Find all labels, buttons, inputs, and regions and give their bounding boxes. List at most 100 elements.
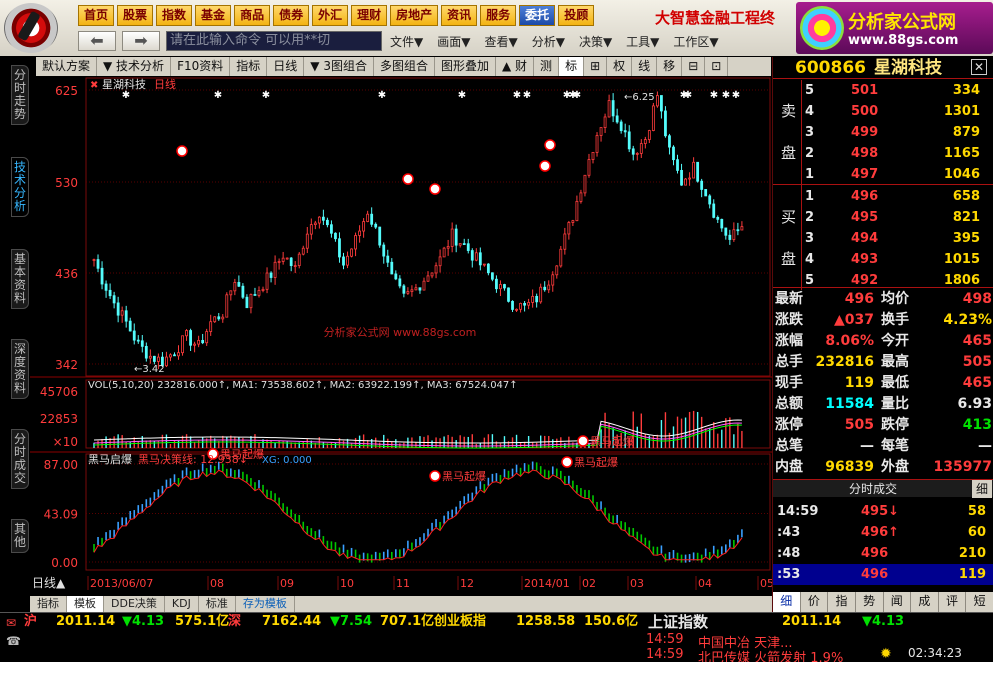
candle-body [531,295,535,303]
back-arrow-icon[interactable]: ⬅ [78,31,116,51]
forward-arrow-icon[interactable]: ➡ [122,31,160,51]
template-tab-2[interactable]: DDE决策 [104,596,165,612]
clock: 02:34:23 [908,646,962,660]
sh-change: ▼4.13 [122,614,165,629]
top-menu-8[interactable]: 房地产 [390,5,439,26]
quote-tab-2[interactable]: 指 [828,592,856,612]
menu-item-3[interactable]: 分析▼ [532,33,565,50]
toolbar-item-5[interactable]: ▼ 3图组合 [304,57,374,76]
template-tab-1[interactable]: 模板 [67,596,104,612]
top-menu-3[interactable]: 基金 [195,5,232,26]
menu-item-2[interactable]: 查看▼ [484,33,517,50]
top-menu-12[interactable]: 投顾 [558,5,595,26]
candle-body [390,261,394,275]
signal-label: 黑马起爆 [574,455,618,469]
candle-body [410,289,414,292]
toolbar-item-0[interactable]: 默认方案 [36,57,98,76]
top-menu-0[interactable]: 首页 [78,5,115,26]
top-menu-2[interactable]: 指数 [156,5,193,26]
toolbar-item-6[interactable]: 多图组合 [374,57,435,76]
candle-body [382,244,386,257]
toolbar-item-7[interactable]: 图形叠加 [435,57,496,76]
quote-tab-0[interactable]: 细 [773,592,801,612]
toolbar-item-10[interactable]: 标 [559,57,585,76]
candle-body [398,278,402,287]
candle-body [144,345,148,359]
candle-body [362,221,366,232]
template-tab-5[interactable]: 存为模板 [236,596,295,612]
candle-body [426,275,430,282]
quote-tab-5[interactable]: 成 [911,592,939,612]
toolbar-item-8[interactable]: ▲ 财 [496,57,535,76]
left-tab-0[interactable]: 分时走势 [11,65,29,125]
top-menu-10[interactable]: 服务 [480,5,517,26]
top-menu-9[interactable]: 资讯 [441,5,478,26]
sell-level: 4 [805,104,815,119]
ind-name: 黑马启爆 [88,452,132,466]
sh-amount: 575.1亿 [175,614,230,629]
top-menu-7[interactable]: 理财 [351,5,388,26]
high-price-label: ←6.25 [624,92,655,103]
toolbar-item-11[interactable]: ⊞ [584,57,608,76]
toolbar-item-3[interactable]: 指标 [230,57,268,76]
mail-icon[interactable]: ✉ [6,614,16,632]
toolbar-item-12[interactable]: 权 [607,57,633,76]
chart-area[interactable]: 625530436342星湖科技 日线✖分析家公式网 www.88gs.com✱ ✱… [30,76,772,596]
candle-body [378,226,382,246]
tick-time: :53 [777,567,801,582]
sell-price: 497 [851,167,879,182]
ticks-toggle[interactable]: 细 [971,480,992,498]
stat-value: 119 [844,375,874,391]
left-tab-5[interactable]: 其他 [11,519,29,553]
signal-star: ✱ [378,90,386,101]
toolbar-item-9[interactable]: 测 [534,57,560,76]
menu-item-6[interactable]: 工作区▼ [673,33,718,50]
quote-tab-7[interactable]: 短 [966,592,993,612]
top-menu-4[interactable]: 商品 [234,5,271,26]
sell-row-3: 2 498 1165 [773,143,993,164]
stat-value: — [978,438,992,454]
top-menu-5[interactable]: 债券 [273,5,310,26]
toolbar-item-4[interactable]: 日线 [267,57,305,76]
headset-icon[interactable]: ☎ [6,634,21,648]
toolbar-item-13[interactable]: 线 [632,57,658,76]
candle-body [503,284,506,289]
menu-item-5[interactable]: 工具▼ [626,33,659,50]
toolbar-item-2[interactable]: F10资料 [171,57,231,76]
toolbar-item-14[interactable]: 移 [657,57,683,76]
toolbar-item-1[interactable]: ▼ 技术分析 [97,57,172,76]
quote-tab-3[interactable]: 势 [856,592,884,612]
template-tab-4[interactable]: 标准 [199,596,236,612]
candle-body [442,247,446,258]
gear-icon[interactable]: ✹ [880,646,892,662]
chart-toolbar: 默认方案 ▼ 技术分析 F10资料 指标 日线 ▼ 3图组合 多图组合 图形叠加 ▲ 财测标 ⊞ 权… [36,57,771,76]
template-tab-3[interactable]: KDJ [165,596,199,612]
vol-tick-label: 45706 [40,385,78,399]
ad-banner[interactable]: 分析家公式网 www.88gs.com [796,2,993,54]
top-menu-6[interactable]: 外汇 [312,5,349,26]
quote-tab-1[interactable]: 价 [801,592,829,612]
quote-tab-4[interactable]: 闻 [884,592,912,612]
chart-close-icon[interactable]: ✖ [90,80,98,91]
signal-label: 黑马起爆 [590,434,634,448]
menu-item-4[interactable]: 决策▼ [579,33,612,50]
top-menu-1[interactable]: 股票 [117,5,154,26]
toolbar-item-16[interactable]: ⊡ [705,57,729,76]
left-tab-2[interactable]: 基本资料 [11,249,29,309]
candle-body [664,110,667,137]
close-icon[interactable]: ✕ [971,59,987,75]
command-input[interactable]: 请在此输入命令 可以用**切 [166,31,382,51]
candle-body [591,151,595,160]
stat-label: 今开 [881,333,909,349]
tick-time: :48 [777,546,801,561]
quote-tab-6[interactable]: 评 [939,592,967,612]
top-menu-11[interactable]: 委托 [519,5,556,26]
menu-item-1[interactable]: 画面▼ [437,33,470,50]
menu-item-0[interactable]: 文件▼ [390,33,423,50]
left-tab-1[interactable]: 技术分析 [11,157,29,217]
template-tab-0[interactable]: 指标 [30,596,67,612]
left-tab-4[interactable]: 分时成交 [11,429,29,489]
brand-text: 大智慧金融工程终 [655,9,776,27]
toolbar-item-15[interactable]: ⊟ [682,57,706,76]
left-tab-3[interactable]: 深度资料 [11,339,29,399]
